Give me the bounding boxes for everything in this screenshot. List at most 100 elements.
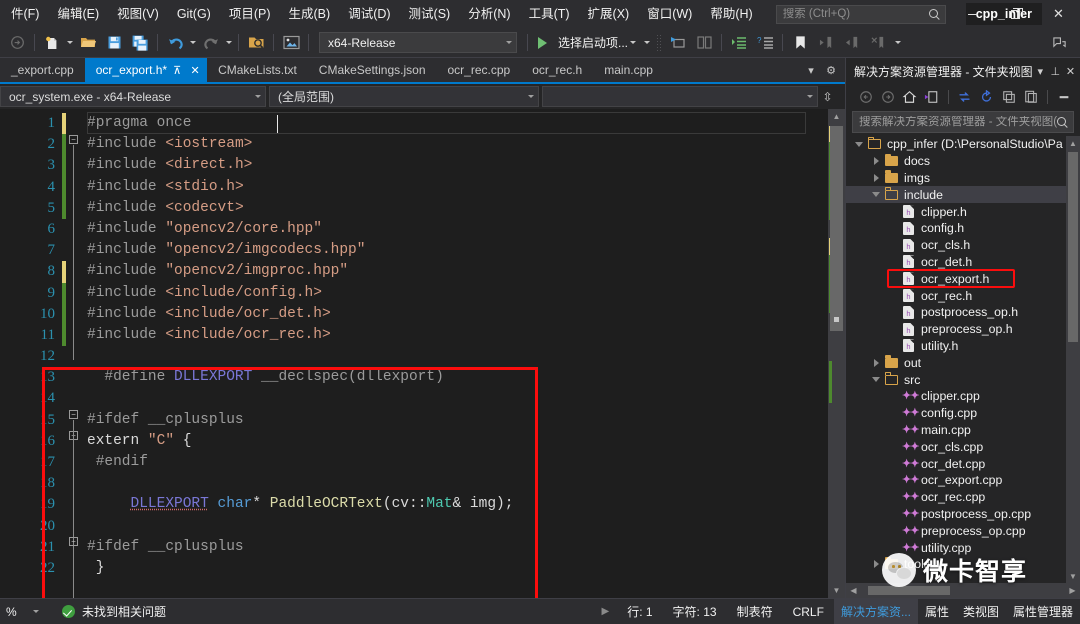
solution-explorer-search[interactable] xyxy=(852,111,1074,133)
indent-lines-icon[interactable] xyxy=(727,31,751,55)
new-project-icon[interactable] xyxy=(40,31,64,55)
find-in-files-icon[interactable] xyxy=(244,31,268,55)
quick-search-input[interactable] xyxy=(782,8,929,20)
comment-lines-icon[interactable]: ? xyxy=(753,31,777,55)
redo-dropdown-icon[interactable] xyxy=(226,41,232,44)
tree-item[interactable]: ✦✦ config.cpp xyxy=(846,405,1080,422)
tree-item[interactable]: ocr_det.h xyxy=(846,254,1080,271)
redo-icon[interactable] xyxy=(199,31,223,55)
status-panel-tab[interactable]: 属性管理器 xyxy=(1006,599,1080,624)
document-tab[interactable]: ocr_rec.h xyxy=(521,58,594,82)
scroll-thumb[interactable] xyxy=(1068,152,1078,342)
home-icon[interactable] xyxy=(899,87,920,108)
collapse-arrow-icon[interactable] xyxy=(852,141,866,147)
fold-toggle-icon[interactable]: − xyxy=(69,537,78,546)
tree-item[interactable]: config.h xyxy=(846,220,1080,237)
document-tab[interactable]: CMakeSettings.json xyxy=(307,58,437,82)
tree-item[interactable]: clipper.h xyxy=(846,203,1080,220)
tree-item[interactable]: ✦✦ utility.cpp xyxy=(846,539,1080,556)
tree-item[interactable]: ocr_rec.h xyxy=(846,287,1080,304)
document-tab[interactable]: ocr_rec.cpp xyxy=(436,58,522,82)
properties-icon[interactable] xyxy=(1053,87,1074,108)
compare-files-icon[interactable] xyxy=(692,31,716,55)
maximize-button[interactable] xyxy=(994,0,1037,28)
close-panel-icon[interactable]: ✕ xyxy=(1063,61,1078,81)
code-folding-column[interactable]: − − − − xyxy=(67,109,81,598)
expand-status-icon[interactable]: ▶ xyxy=(594,606,618,617)
menu-git[interactable]: Git(G) xyxy=(168,3,220,25)
tree-item[interactable]: include xyxy=(846,186,1080,204)
document-tab[interactable]: _export.cpp xyxy=(0,58,85,82)
issue-status[interactable]: 未找到相关问题 xyxy=(58,603,166,620)
menu-window[interactable]: 窗口(W) xyxy=(638,3,701,25)
startup-item-dropdown-icon[interactable] xyxy=(630,41,637,44)
bookmark-overflow-icon[interactable] xyxy=(895,41,902,44)
scroll-left-icon[interactable]: ◀ xyxy=(846,586,861,595)
show-all-files-icon[interactable] xyxy=(1020,87,1041,108)
solution-search-input[interactable] xyxy=(859,116,1057,128)
document-tab[interactable]: ocr_export.h* ⊼ ✕ xyxy=(84,58,208,82)
scroll-down-icon[interactable]: ▼ xyxy=(828,583,845,598)
close-button[interactable]: ✕ xyxy=(1037,0,1080,28)
undo-dropdown-icon[interactable] xyxy=(190,41,196,44)
clear-bookmarks-icon[interactable] xyxy=(866,31,890,55)
menu-test[interactable]: 测试(S) xyxy=(400,3,460,25)
tree-item[interactable]: ocr_export.h xyxy=(846,270,1080,287)
tree-horizontal-scrollbar[interactable]: ◀ ▶ xyxy=(846,583,1080,598)
toolbar-overflow-icon[interactable] xyxy=(644,41,651,44)
back-navigate-icon[interactable] xyxy=(5,31,29,55)
tree-item[interactable]: ✦✦ postprocess_op.cpp xyxy=(846,506,1080,523)
tree-item[interactable]: ✦✦ main.cpp xyxy=(846,422,1080,439)
save-icon[interactable] xyxy=(102,31,126,55)
menu-extensions[interactable]: 扩展(X) xyxy=(579,3,639,25)
scroll-thumb[interactable] xyxy=(868,586,950,595)
expand-arrow-icon[interactable] xyxy=(869,560,883,569)
toolbar-grip[interactable] xyxy=(656,33,662,52)
save-all-icon[interactable] xyxy=(128,31,152,55)
tree-item[interactable]: docs xyxy=(846,153,1080,170)
editor-vertical-scrollbar[interactable]: ▲ ▼ xyxy=(828,109,845,598)
menu-file[interactable]: 件(F) xyxy=(2,3,48,25)
menu-project[interactable]: 项目(P) xyxy=(220,3,280,25)
document-tab[interactable]: CMakeLists.txt xyxy=(207,58,308,82)
tree-item[interactable]: ✦✦ ocr_cls.cpp xyxy=(846,438,1080,455)
sync-with-active-document-icon[interactable] xyxy=(954,87,975,108)
pin-tab-icon[interactable]: ⊼ xyxy=(169,62,185,78)
tree-item[interactable]: out xyxy=(846,354,1080,371)
tree-item[interactable]: ✦✦ ocr_rec.cpp xyxy=(846,489,1080,506)
menu-debug[interactable]: 调试(D) xyxy=(339,3,399,25)
collapse-all-icon[interactable] xyxy=(998,87,1019,108)
menu-view[interactable]: 视图(V) xyxy=(108,3,168,25)
next-bookmark-icon[interactable] xyxy=(840,31,864,55)
tree-item[interactable]: tools xyxy=(846,556,1080,573)
switch-views-icon[interactable] xyxy=(921,87,942,108)
fold-toggle-icon[interactable]: − xyxy=(69,135,78,144)
editor-settings-icon[interactable]: ⚙ xyxy=(821,58,841,82)
tree-item[interactable]: preprocess_op.h xyxy=(846,321,1080,338)
screenshot-icon[interactable] xyxy=(279,31,303,55)
bookmark-icon[interactable] xyxy=(788,31,812,55)
solution-tree[interactable]: cpp_infer (D:\PersonalStudio\Pa docs imgs i… xyxy=(846,136,1080,583)
forward-icon[interactable] xyxy=(877,87,898,108)
menu-edit[interactable]: 编辑(E) xyxy=(48,3,108,25)
tree-vertical-scrollbar[interactable]: ▲ ▼ xyxy=(1066,136,1080,583)
menu-tools[interactable]: 工具(T) xyxy=(520,3,579,25)
scroll-up-icon[interactable]: ▲ xyxy=(828,109,845,124)
collapse-arrow-icon[interactable] xyxy=(869,192,883,198)
prev-bookmark-icon[interactable] xyxy=(814,31,838,55)
status-panel-tab[interactable]: 类视图 xyxy=(956,599,1006,624)
tab-overflow-icon[interactable]: ▾ xyxy=(801,58,821,82)
start-debug-icon[interactable] xyxy=(533,31,557,55)
zoom-control[interactable]: % xyxy=(0,605,58,619)
tree-item[interactable]: src xyxy=(846,371,1080,388)
scroll-thumb[interactable] xyxy=(830,126,843,331)
status-panel-tab[interactable]: 属性 xyxy=(918,599,956,624)
collapse-arrow-icon[interactable] xyxy=(869,377,883,383)
minimize-button[interactable] xyxy=(951,0,994,28)
tree-item[interactable]: imgs xyxy=(846,170,1080,187)
new-project-dropdown-icon[interactable] xyxy=(67,41,73,44)
expand-arrow-icon[interactable] xyxy=(869,157,883,166)
split-editor-icon[interactable]: ⇳ xyxy=(821,90,834,104)
back-icon[interactable] xyxy=(855,87,876,108)
panel-menu-icon[interactable]: ▾ xyxy=(1033,61,1048,81)
